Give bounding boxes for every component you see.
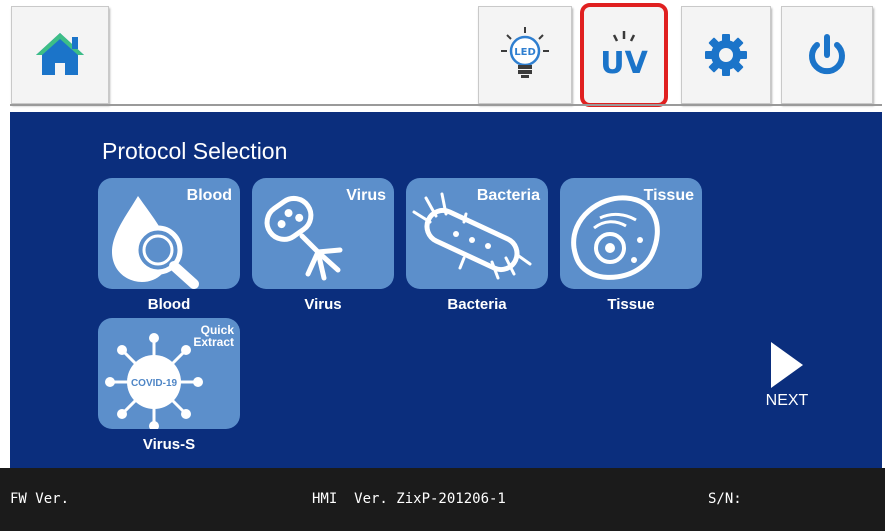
- hmi-version: HMI Ver. ZixP-201206-1: [312, 491, 506, 507]
- tile-label-tissue: Tissue: [607, 296, 655, 313]
- gear-icon: [705, 34, 747, 76]
- page-title: Protocol Selection: [102, 138, 288, 164]
- bacteria-icon: [412, 192, 532, 280]
- uv-button[interactable]: UV: [580, 3, 668, 107]
- top-toolbar: LED UV: [0, 0, 885, 112]
- settings-button[interactable]: [681, 6, 771, 104]
- tile-label-bacteria: Bacteria: [447, 296, 507, 313]
- status-bar: FW Ver. HMI Ver. ZixP-201206-1 S/N:: [0, 468, 885, 531]
- fw-version: FW Ver.: [10, 491, 70, 507]
- home-button[interactable]: [11, 6, 109, 104]
- protocol-tile-virus-s[interactable]: Quick Extract COVID-19: [98, 318, 240, 429]
- led-label: LED: [514, 47, 536, 58]
- uv-label: UV: [600, 46, 648, 81]
- protocol-tile-virus[interactable]: Virus: [252, 178, 394, 289]
- next-label: NEXT: [765, 392, 809, 409]
- protocol-tile-blood[interactable]: Blood: [98, 178, 240, 289]
- power-button[interactable]: [781, 6, 873, 104]
- power-icon: [809, 34, 845, 75]
- covid-icon: COVID-19: [105, 333, 203, 429]
- led-bulb-icon: LED: [501, 27, 549, 78]
- blood-drop-magnifier-icon: [112, 196, 199, 289]
- next-button[interactable]: NEXT: [762, 340, 812, 420]
- serial-number: S/N:: [708, 491, 742, 507]
- tile-label-blood: Blood: [147, 296, 191, 313]
- led-button[interactable]: LED: [478, 6, 572, 104]
- toolbar-divider: [10, 104, 882, 106]
- cell-icon: [571, 195, 660, 280]
- protocol-tile-tissue[interactable]: Tissue: [560, 178, 702, 289]
- protocol-tile-bacteria[interactable]: Bacteria: [406, 178, 548, 289]
- tile-label-virus-s: Virus-S: [142, 436, 196, 453]
- tile-label-virus: Virus: [304, 296, 342, 313]
- uv-icon: UV: [600, 31, 649, 81]
- covid-badge: COVID-19: [131, 378, 178, 389]
- protocol-selection-panel: Protocol Selection Blood Blood Virus Vir…: [10, 112, 882, 468]
- play-arrow-icon: [771, 342, 803, 388]
- virus-phage-icon: [264, 195, 343, 281]
- home-icon: [36, 33, 84, 75]
